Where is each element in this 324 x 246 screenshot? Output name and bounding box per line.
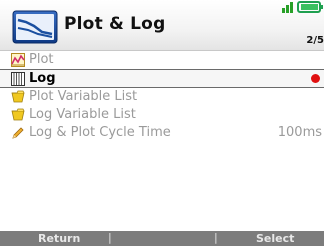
- menu-item-log-variable-list[interactable]: Log Variable List: [0, 106, 324, 124]
- folder-icon: [11, 90, 25, 103]
- status-icons: [282, 1, 323, 13]
- menu-item-label: Log: [29, 71, 56, 86]
- select-softkey[interactable]: Select: [256, 232, 294, 245]
- menu-item-label: Plot Variable List: [29, 89, 138, 104]
- signal-icon: [282, 2, 293, 13]
- return-softkey[interactable]: Return: [38, 232, 80, 245]
- battery-icon: [297, 1, 323, 13]
- softkey-bar: Return | | Select: [0, 231, 324, 246]
- cycle-time-value: 100ms: [277, 125, 322, 140]
- menu-item-label: Log & Plot Cycle Time: [29, 125, 171, 140]
- menu-item-plot[interactable]: Plot: [0, 51, 324, 69]
- menu-item-cycle-time[interactable]: Log & Plot Cycle Time 100ms: [0, 124, 324, 142]
- log-icon: [11, 72, 25, 86]
- menu-item-label: Plot: [29, 52, 54, 67]
- menu-item-label: Log Variable List: [29, 107, 136, 122]
- softkey-separator: |: [108, 231, 112, 244]
- page-title: Plot & Log: [64, 14, 166, 34]
- folder-icon: [11, 108, 25, 121]
- screen: Plot & Log 2/5 Plot Log Plot Variable Li…: [0, 0, 324, 246]
- plot-log-icon: [12, 10, 58, 44]
- menu-item-log[interactable]: Log: [0, 69, 324, 88]
- menu-list: Plot Log Plot Variable List Log Variable…: [0, 51, 324, 142]
- menu-item-plot-variable-list[interactable]: Plot Variable List: [0, 88, 324, 106]
- record-indicator-icon: [311, 74, 320, 83]
- page-indicator: 2/5: [306, 35, 324, 46]
- pencil-icon: [12, 127, 24, 139]
- header-bar: Plot & Log 2/5: [0, 0, 324, 51]
- softkey-separator: |: [214, 231, 218, 244]
- plot-icon: [11, 53, 25, 67]
